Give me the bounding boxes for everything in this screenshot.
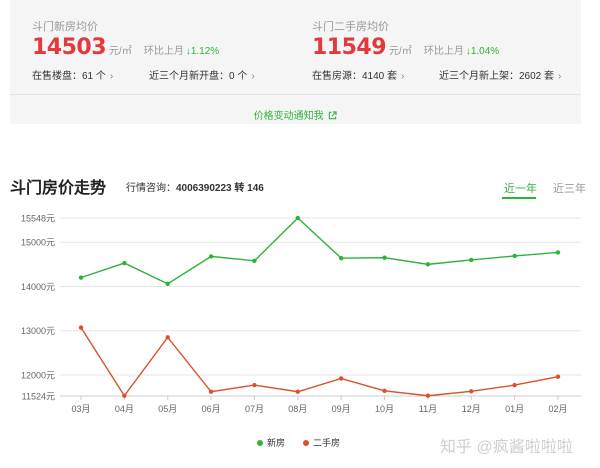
x-tick-label: 12月 [462,404,481,414]
external-link-icon [329,111,338,120]
tab-one-year[interactable]: 近一年 [504,180,537,196]
x-tick-label: 11月 [419,404,437,414]
data-point [338,376,344,381]
y-tick-label: 11524元 [22,392,55,402]
y-tick-label: 12000元 [21,370,55,380]
data-point [208,254,214,259]
tab-three-years[interactable]: 近三年 [553,180,586,196]
data-point [165,281,170,287]
new-listings-text: 近三个月新上架：2602 套 [439,71,555,82]
data-point [252,258,257,264]
data-point [425,262,431,267]
chevron-right-icon: › [251,71,255,82]
x-tick-label: 02月 [548,404,567,414]
second-hand-title: 斗门二手房均价 [312,21,389,33]
x-tick-label: 09月 [332,404,351,414]
second-hand-unit: 元/㎡ [389,46,412,57]
data-point [382,388,387,394]
data-point [78,325,84,330]
new-listings-link[interactable]: 近三个月新上架：2602 套 › [439,67,561,82]
legend-item-second[interactable]: 二手房 [303,436,340,449]
series-line-second-hand [80,327,559,397]
price-trend-chart: 15548元 15000元 14000元 13000元 12000元 11524元 03月 0… [21,214,581,414]
new-openings-text: 近三个月新开盘：0 个 [149,71,248,82]
data-point [425,393,431,398]
data-point [512,382,517,388]
data-point [165,335,170,340]
chevron-right-icon: › [109,71,114,82]
second-hand-mom-label: 环比上月 [423,46,464,57]
y-tick-label: 15000元 [21,238,55,248]
x-tick-label: 06月 [202,404,221,414]
x-tick-label: 05月 [158,404,177,414]
hotline-label: 行情咨询： [126,183,176,194]
data-point [469,257,474,263]
legend-item-new[interactable]: 新房 [257,436,285,449]
x-tick-label: 07月 [245,404,264,414]
new-house-price: 14503 [32,35,107,60]
second-hand-price-row: 11549 元/㎡ 环比上月 ↓1.04% [312,35,499,60]
new-house-unit: 元/㎡ [109,46,132,57]
new-house-mom-value: ↓1.12% [185,46,220,57]
x-tick-label: 08月 [288,404,307,414]
data-point [469,389,474,394]
data-point [78,275,84,280]
x-tick-label: 03月 [71,404,90,414]
on-sale-listings-text: 在售房源：4140 套 [312,71,398,82]
y-tick-label: 13000元 [21,326,55,336]
data-point [208,389,214,394]
on-sale-listings-link[interactable]: 在售房源：4140 套 › [312,67,404,82]
x-tick-label: 01月 [505,404,524,414]
new-house-title: 斗门新房均价 [32,21,98,33]
data-point [122,393,127,398]
notify-label: 价格变动通知我 [253,111,324,122]
series-line-new-house [80,217,559,285]
hotline-number: 4006390223 转 146 [176,183,264,194]
legend-label-second: 二手房 [313,438,341,448]
section-title: 斗门房价走势 [10,180,107,197]
legend-dot-second [303,440,309,446]
on-sale-projects-text: 在售楼盘：61 个 [32,71,106,82]
data-point [122,260,127,266]
second-hand-price: 11549 [312,35,387,60]
new-openings-link[interactable]: 近三个月新开盘：0 个 › [149,67,255,82]
on-sale-projects-link[interactable]: 在售楼盘：61 个 › [32,67,113,82]
data-point [382,255,387,260]
y-tick-label: 14000元 [21,282,55,292]
y-tick-label: 15548元 [21,214,55,224]
data-point [295,215,301,221]
x-tick-label: 04月 [115,404,134,414]
chevron-right-icon: › [558,71,562,82]
data-point [555,250,561,255]
data-point [295,389,301,394]
x-tick-label: 10月 [375,404,394,414]
price-change-notify-link[interactable]: 价格变动通知我 [10,107,581,122]
data-point [338,255,344,261]
new-house-mom-label: 环比上月 [143,46,184,57]
price-summary-card: 斗门新房均价 14503 元/㎡ 环比上月 ↓1.12% 在售楼盘：61 个 › … [10,0,581,124]
chevron-right-icon: › [401,71,405,82]
hotline-info: 行情咨询：4006390223 转 146 [126,179,264,194]
active-tab-underline [502,197,536,199]
card-divider [10,94,581,95]
data-point [512,253,517,259]
watermark: 知乎 @疯酱啦啦啦 [440,439,573,456]
data-point [555,374,561,379]
new-house-price-row: 14503 元/㎡ 环比上月 ↓1.12% [32,35,219,60]
legend-dot-new [257,440,263,446]
legend-label-new: 新房 [267,438,286,448]
data-point [252,382,257,388]
second-hand-mom-value: ↓1.04% [465,46,500,57]
